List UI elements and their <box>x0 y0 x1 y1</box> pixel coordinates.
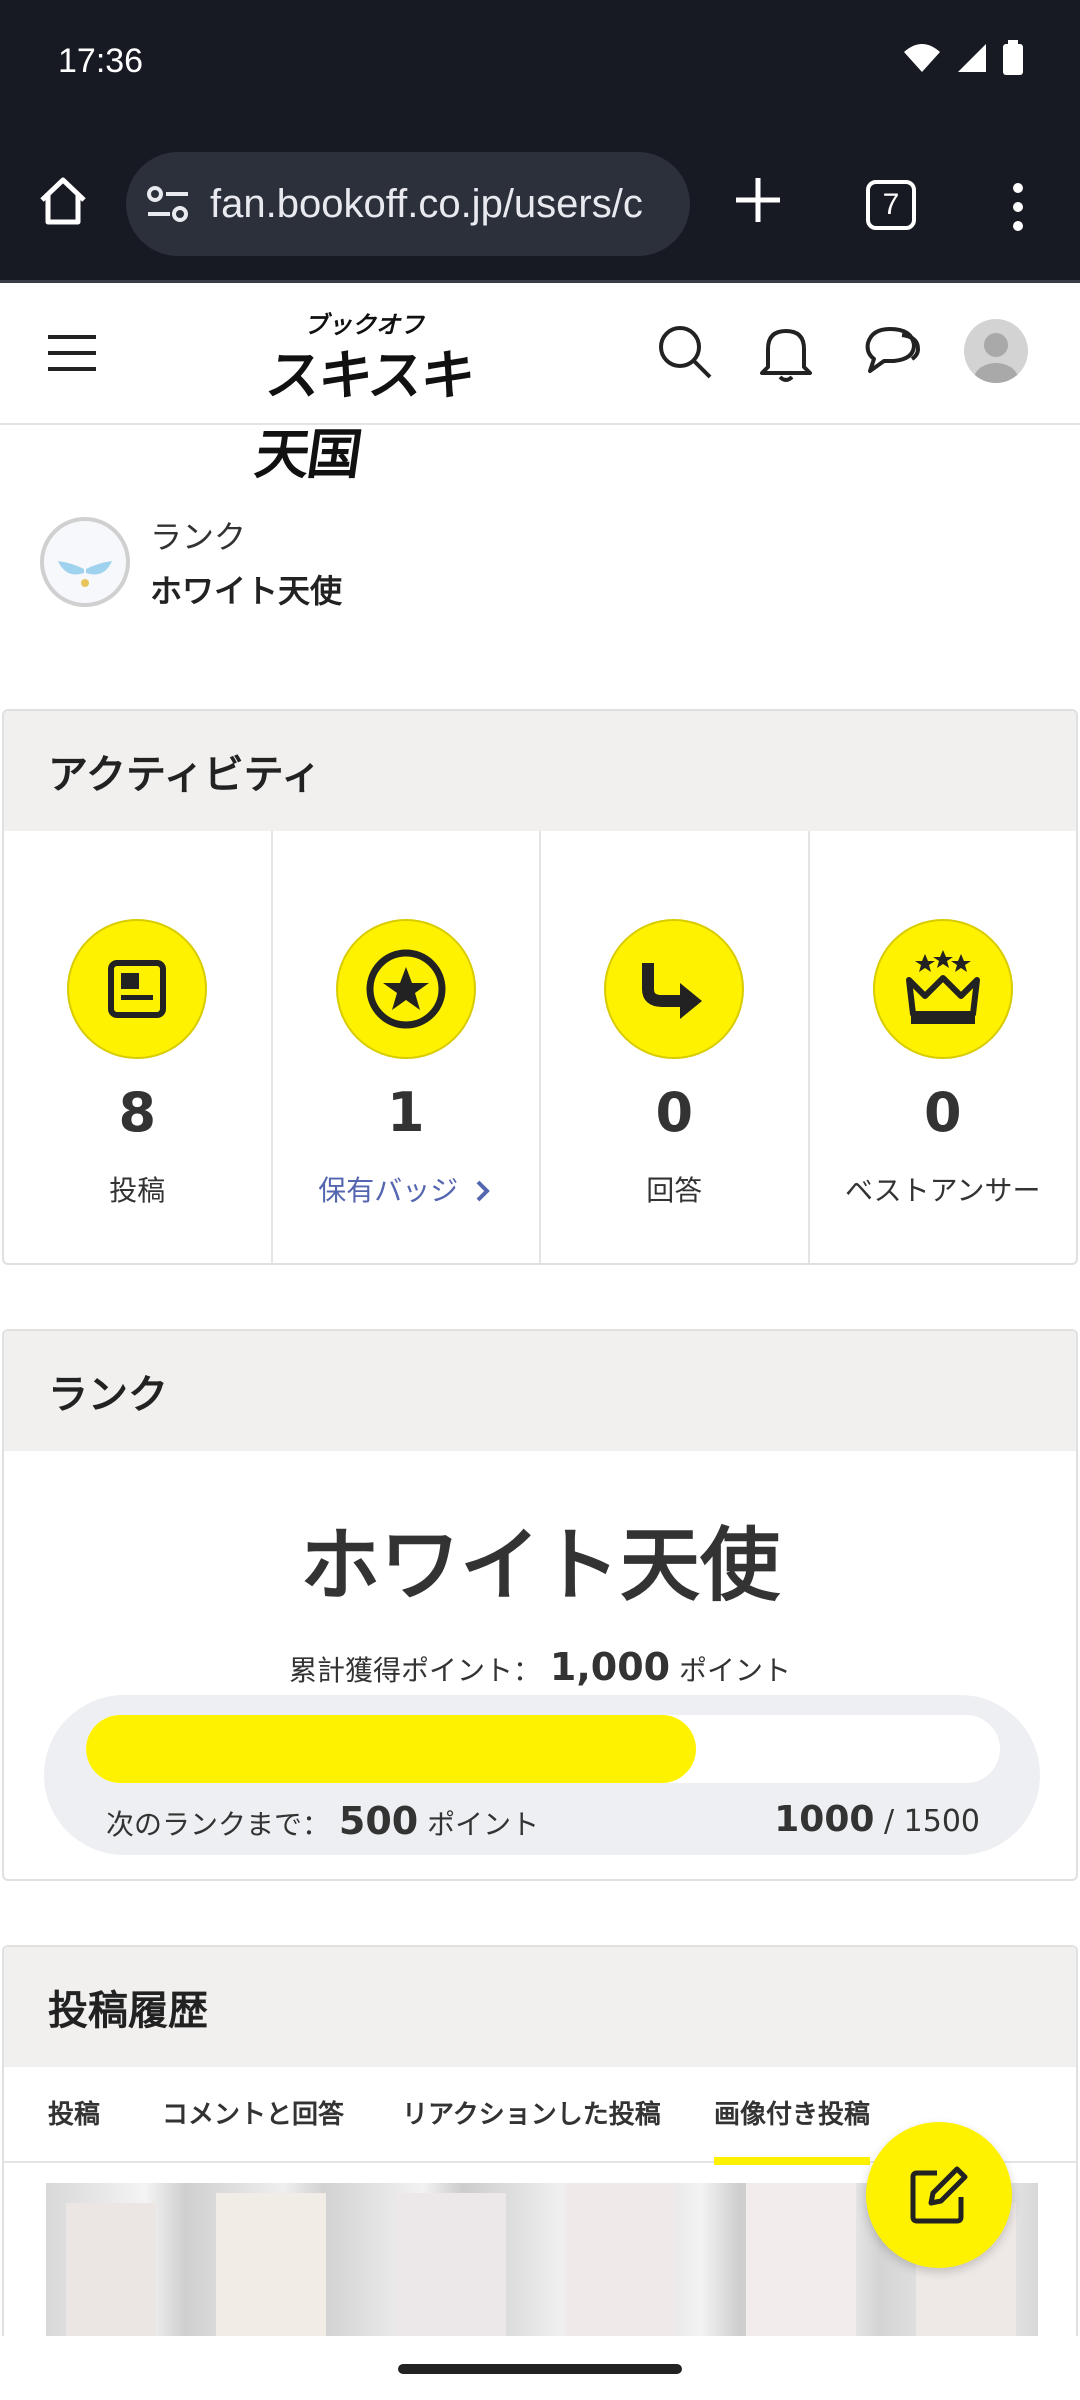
crown-icon <box>905 950 980 1024</box>
progress-current: 1000 <box>774 1799 875 1840</box>
rank-card-title: ランク <box>4 1331 1076 1451</box>
url-text: fan.bookoff.co.jp/users/c <box>210 181 643 226</box>
activity-posts[interactable]: 8 投稿 <box>4 831 273 1263</box>
tab-image-posts[interactable]: 画像付き投稿 <box>714 2067 871 2165</box>
activity-answers[interactable]: 0 回答 <box>541 831 810 1263</box>
menu-icon[interactable] <box>48 333 98 373</box>
logo-main-text: スキスキ天国 <box>251 344 478 486</box>
reply-arrow-icon <box>642 963 703 1019</box>
status-icons <box>902 40 1024 76</box>
next-rank-unit: ポイント <box>427 1808 540 1841</box>
activity-title: アクティビティ <box>4 711 1076 831</box>
next-rank-value: 500 <box>338 1799 419 1843</box>
rank-name: ホワイト天使 <box>150 572 343 610</box>
best-answers-count: 0 <box>923 1081 962 1144</box>
browser-toolbar: fan.bookoff.co.jp/users/c 7 <box>0 130 1080 280</box>
site-settings-icon[interactable] <box>146 184 190 224</box>
battery-icon <box>1003 40 1023 75</box>
total-points-unit: ポイント <box>679 1654 792 1687</box>
answers-count: 0 <box>655 1081 694 1144</box>
posts-count: 8 <box>118 1081 157 1144</box>
chat-icon[interactable] <box>862 323 922 381</box>
edit-pencil-icon <box>910 2166 968 2224</box>
progress-track <box>86 1715 1000 1783</box>
activity-best-answers[interactable]: 0 ベストアンサー <box>810 831 1077 1263</box>
best-answers-label: ベストアンサー <box>845 1174 1041 1207</box>
post-history-title: 投稿履歴 <box>4 1947 1076 2067</box>
search-icon[interactable] <box>656 323 714 381</box>
next-rank-points: 次のランクまで： 500 ポイント <box>106 1799 539 1843</box>
rank-summary: ランク ホワイト天使 <box>40 512 342 612</box>
angel-wings-icon <box>58 561 112 587</box>
site-logo[interactable]: ブックオフ スキスキ天国 <box>251 305 498 486</box>
home-icon[interactable] <box>36 174 90 228</box>
gesture-handle[interactable] <box>398 2364 682 2374</box>
more-menu-icon[interactable] <box>1008 182 1028 232</box>
rank-progress: 次のランクまで： 500 ポイント 1000 / 1500 <box>44 1695 1040 1855</box>
user-silhouette-icon <box>974 333 1018 383</box>
next-rank-label: 次のランクまで： <box>106 1808 331 1841</box>
wifi-icon <box>904 44 940 72</box>
status-time: 17:36 <box>58 42 144 80</box>
status-bar: 17:36 <box>0 0 1080 130</box>
notification-bell-icon[interactable] <box>758 323 814 383</box>
site-header: ブックオフ スキスキ天国 <box>0 283 1080 486</box>
tab-comments-answers[interactable]: コメントと回答 <box>162 2067 344 2163</box>
rank-card: ランク ホワイト天使 累計獲得ポイント： 1,000 ポイント 次のランクまで：… <box>2 1329 1078 1881</box>
progress-separator: / <box>883 1804 904 1839</box>
tab-switcher-button[interactable]: 7 <box>866 180 916 230</box>
total-points-label: 累計獲得ポイント： <box>288 1654 541 1687</box>
tab-posts[interactable]: 投稿 <box>48 2067 100 2163</box>
badges-link[interactable]: 保有バッジ <box>273 1169 540 1209</box>
rank-card-name: ホワイト天使 <box>300 1519 780 1612</box>
total-points-value: 1,000 <box>549 1645 671 1689</box>
badges-label: 保有バッジ <box>318 1174 459 1207</box>
posts-label: 投稿 <box>109 1174 166 1207</box>
rank-emblem <box>40 517 130 607</box>
total-points: 累計獲得ポイント： 1,000 ポイント <box>4 1645 1076 1689</box>
rank-label: ランク <box>150 518 247 556</box>
signal-icon <box>958 44 986 72</box>
url-bar[interactable]: fan.bookoff.co.jp/users/c <box>126 152 690 256</box>
progress-fill <box>86 1715 696 1783</box>
new-tab-icon[interactable] <box>732 174 784 226</box>
compose-post-button[interactable] <box>866 2122 1012 2268</box>
activity-badges[interactable]: 1 保有バッジ <box>273 831 541 1263</box>
activity-card: アクティビティ 8 投稿 1 保有バッジ 0 回答 0 ベストアンサー <box>2 709 1078 1265</box>
answers-label: 回答 <box>646 1174 703 1207</box>
chevron-right-icon <box>476 1180 491 1202</box>
badges-count: 1 <box>386 1081 425 1144</box>
progress-max: 1500 <box>903 1804 980 1839</box>
progress-ratio: 1000 / 1500 <box>774 1799 980 1840</box>
user-avatar[interactable] <box>964 319 1028 383</box>
badge-star-icon <box>366 949 446 1029</box>
post-icon <box>108 960 167 1018</box>
system-nav-bar <box>0 2336 1080 2400</box>
tab-reacted-posts[interactable]: リアクションした投稿 <box>402 2067 661 2163</box>
